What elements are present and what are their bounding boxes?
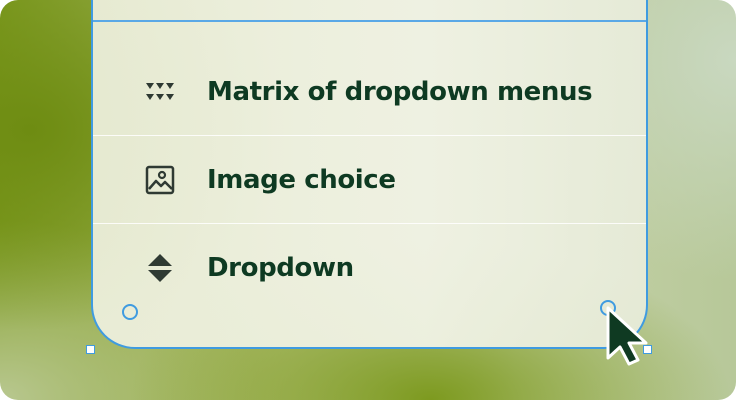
canvas-background: Matrix of dropdown menus Image choice Dr…	[0, 0, 736, 400]
dropdown-sort-icon	[143, 251, 177, 285]
menu-item-label: Image choice	[207, 164, 396, 195]
corner-handle-bottom-left[interactable]	[86, 345, 95, 354]
menu-item-label: Dropdown	[207, 253, 354, 283]
resize-handle-bottom-left[interactable]	[122, 304, 138, 320]
menu-item-label: Matrix of dropdown menus	[207, 76, 593, 107]
arrow-cursor-icon	[602, 304, 656, 366]
question-type-menu: Matrix of dropdown menus Image choice Dr…	[91, 0, 648, 349]
divider	[93, 20, 646, 22]
menu-item-matrix-dropdown[interactable]: Matrix of dropdown menus	[93, 48, 646, 136]
image-icon	[143, 163, 177, 197]
menu-item-dropdown[interactable]: Dropdown	[93, 224, 646, 312]
matrix-dropdown-icon	[143, 75, 177, 109]
menu-item-image-choice[interactable]: Image choice	[93, 136, 646, 224]
